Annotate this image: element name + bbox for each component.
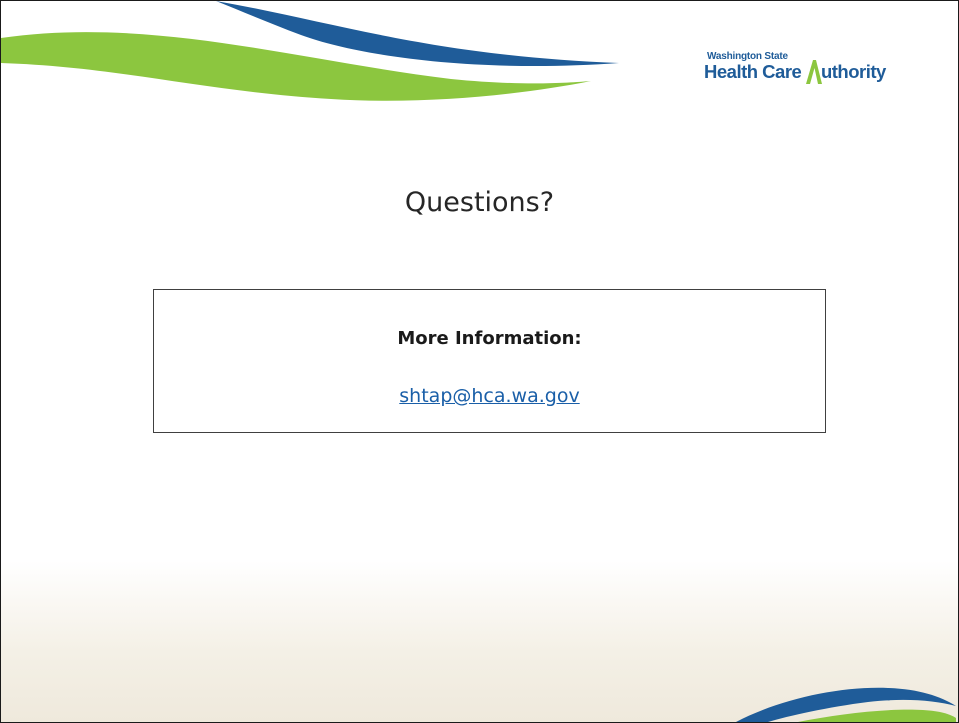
info-heading: More Information: — [397, 328, 582, 349]
logo-a-mark-icon — [805, 60, 822, 84]
hca-logo: Washington State Health Care uthority — [704, 51, 929, 93]
bottom-swoosh-green — [798, 709, 956, 722]
logo-authority-text: uthority — [820, 61, 886, 82]
top-swoosh-decoration — [1, 1, 619, 101]
bottom-swoosh-decoration — [736, 687, 956, 722]
info-box: More Information: shtap@hca.wa.gov — [153, 289, 826, 433]
logo-agency-text: Health Care uthority — [704, 60, 886, 84]
logo-health-care-text: Health Care — [704, 61, 806, 82]
slide-title: Questions? — [404, 187, 555, 218]
top-swoosh-green — [1, 32, 591, 101]
slide: Washington State Health Care uthority Qu… — [0, 0, 959, 723]
email-link[interactable]: shtap@hca.wa.gov — [154, 385, 825, 407]
